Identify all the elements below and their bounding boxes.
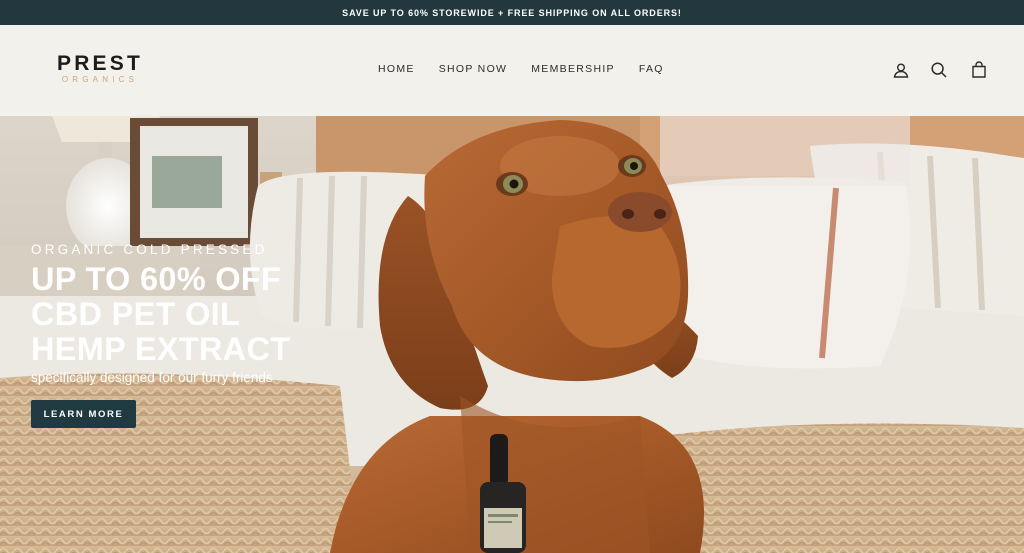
nav-faq[interactable]: FAQ [639,63,664,75]
main-nav: HOME SHOP NOW MEMBERSHIP FAQ [378,63,688,75]
cart-icon[interactable] [970,61,988,79]
announcement-text: SAVE UP TO 60% STOREWIDE + FREE SHIPPING… [342,7,682,18]
logo-subtitle: ORGANICS [61,75,139,84]
search-icon[interactable] [930,61,948,79]
nav-membership[interactable]: MEMBERSHIP [531,63,615,75]
headline-line-2: CBD PET OIL [31,296,241,332]
hero-banner: ORGANIC COLD PRESSED UP TO 60% OFF CBD P… [0,116,1024,553]
headline-line-1: UP TO 60% OFF [31,261,282,297]
hero-headline: UP TO 60% OFF CBD PET OIL HEMP EXTRACT [31,262,290,367]
account-icon[interactable] [892,61,910,79]
learn-more-button[interactable]: LEARN MORE [31,400,136,428]
nav-shop-now[interactable]: SHOP NOW [439,63,508,75]
brand-logo[interactable]: PREST ORGANICS [38,53,162,85]
logo-wordmark: PREST [56,52,143,75]
nav-home[interactable]: HOME [378,63,415,75]
hero-eyebrow: ORGANIC COLD PRESSED [31,242,268,257]
headline-line-3: HEMP EXTRACT [31,331,291,367]
hero-subline: specifically designed for our furry frie… [31,370,273,385]
announcement-bar: SAVE UP TO 60% STOREWIDE + FREE SHIPPING… [0,0,1024,25]
site-header: PREST ORGANICS HOME SHOP NOW MEMBERSHIP … [0,25,1024,116]
